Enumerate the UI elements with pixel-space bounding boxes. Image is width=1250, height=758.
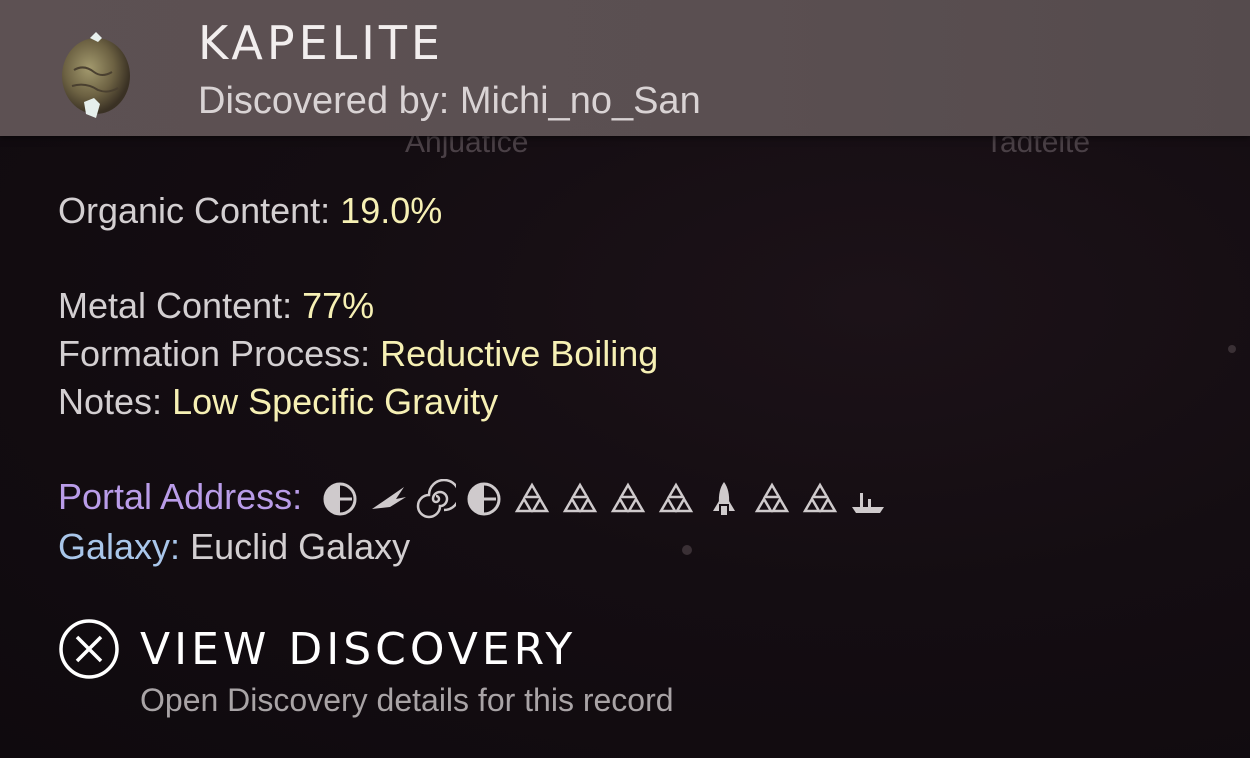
metal-content-row: Metal Content: 77% xyxy=(58,285,374,327)
eclipse-glyph xyxy=(467,482,501,516)
organic-content-value: 19.0% xyxy=(340,190,443,231)
header-bar: KAPELITE Discovered by: Michi_no_San xyxy=(0,0,1250,136)
notes-value: Low Specific Gravity xyxy=(172,381,499,422)
mineral-title: KAPELITE xyxy=(198,16,444,70)
triangles-glyph xyxy=(514,483,550,513)
rocket-glyph xyxy=(713,482,736,516)
notes-label: Notes: xyxy=(58,381,163,422)
bird-glyph xyxy=(372,487,407,510)
portal-address-row: Portal Address: xyxy=(58,476,888,519)
spiral-glyph xyxy=(416,479,457,519)
discovered-by-text: Discovered by: Michi_no_San xyxy=(198,80,701,122)
metal-content-label: Metal Content: xyxy=(58,285,293,326)
boat-glyph xyxy=(852,493,885,514)
background-star xyxy=(1228,345,1236,353)
background-star xyxy=(682,545,692,555)
formation-process-label: Formation Process: xyxy=(58,333,371,374)
triangles-glyph xyxy=(658,483,694,513)
triangles-glyph xyxy=(754,483,790,513)
formation-process-row: Formation Process: Reductive Boiling xyxy=(58,333,658,375)
planet-icon xyxy=(62,32,130,118)
portal-address-label: Portal Address: xyxy=(58,476,303,517)
triangles-glyph xyxy=(610,483,646,513)
eclipse-glyph xyxy=(323,482,357,516)
notes-row: Notes: Low Specific Gravity xyxy=(58,381,498,423)
cross-button-icon[interactable] xyxy=(58,618,120,680)
portal-glyphs xyxy=(320,479,888,519)
galaxy-row: Galaxy: Euclid Galaxy xyxy=(58,526,410,568)
view-discovery-description: Open Discovery details for this record xyxy=(140,682,674,718)
organic-content-row: Organic Content: 19.0% xyxy=(58,190,442,232)
metal-content-value: 77% xyxy=(302,285,375,326)
triangles-glyph xyxy=(802,483,838,513)
organic-content-label: Organic Content: xyxy=(58,190,331,231)
formation-process-value: Reductive Boiling xyxy=(380,333,659,374)
view-discovery-label[interactable]: VIEW DISCOVERY xyxy=(140,624,576,675)
galaxy-value: Euclid Galaxy xyxy=(190,526,411,567)
triangles-glyph xyxy=(562,483,598,513)
galaxy-label: Galaxy: xyxy=(58,526,181,567)
